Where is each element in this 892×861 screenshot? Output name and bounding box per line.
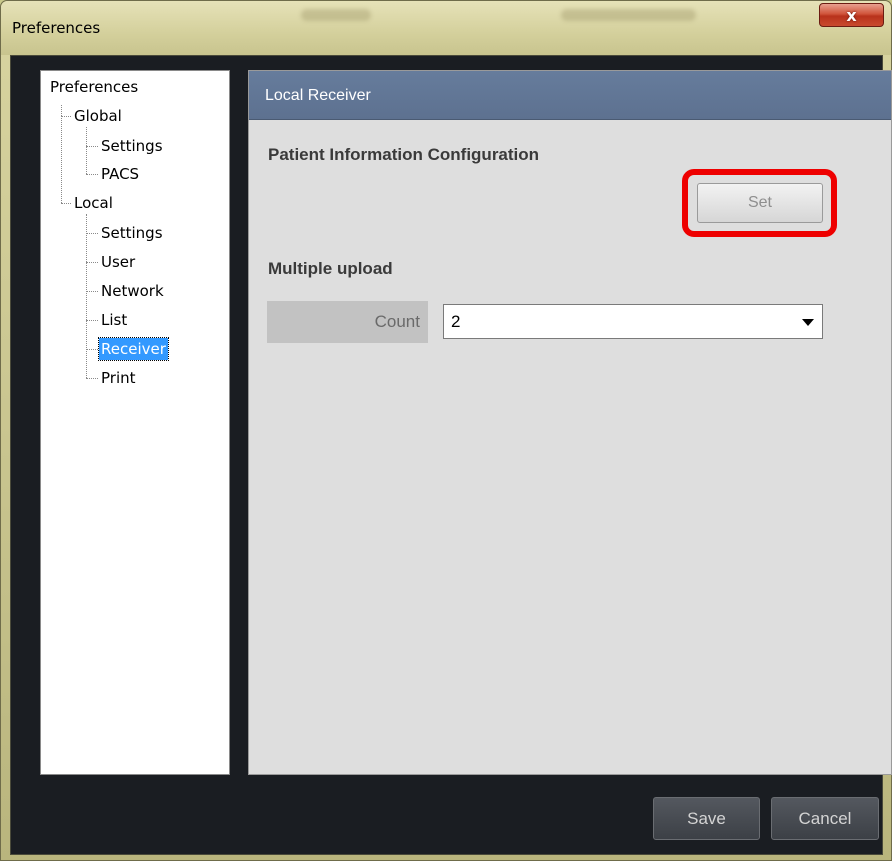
count-label: Count xyxy=(267,301,428,343)
multiple-upload-section-title: Multiple upload xyxy=(268,259,393,278)
tree-connector xyxy=(86,233,98,234)
tree-item-global[interactable]: Global xyxy=(72,105,124,127)
blurred-title-region xyxy=(301,9,371,21)
preferences-window: Preferences x Preferences Global Setting… xyxy=(0,0,892,861)
tree-connector xyxy=(86,174,98,175)
cancel-button[interactable]: Cancel xyxy=(771,797,879,840)
count-dropdown[interactable]: 2 xyxy=(443,304,823,339)
tree-connector xyxy=(86,127,87,174)
tree-item-local-user[interactable]: User xyxy=(99,251,137,273)
tree-item-global-pacs[interactable]: PACS xyxy=(99,163,141,185)
tree-connector xyxy=(61,105,62,116)
set-button[interactable]: Set xyxy=(697,183,823,223)
window-title: Preferences xyxy=(12,19,101,37)
tree-item-global-settings[interactable]: Settings xyxy=(99,135,165,157)
tree-connector xyxy=(86,262,98,263)
tree-connector xyxy=(86,320,98,321)
close-button[interactable]: x xyxy=(819,3,884,27)
tree-connector xyxy=(86,146,98,147)
dialog-client-area: Preferences Global Settings PACS Local S… xyxy=(10,55,892,855)
tree-connector xyxy=(86,214,87,378)
tree-connector xyxy=(61,116,71,117)
blurred-title-region xyxy=(561,9,696,21)
tree-item-preferences[interactable]: Preferences xyxy=(48,76,140,98)
tree-item-local-network[interactable]: Network xyxy=(99,280,166,302)
settings-panel: Local Receiver Patient Information Confi… xyxy=(248,70,892,775)
panel-header: Local Receiver xyxy=(249,71,891,120)
close-icon: x xyxy=(846,5,857,25)
tree-item-local-receiver[interactable]: Receiver xyxy=(98,337,169,361)
tree-connector xyxy=(61,203,71,204)
save-button[interactable]: Save xyxy=(653,797,760,840)
tree-item-local-settings[interactable]: Settings xyxy=(99,222,165,244)
tree-item-local-list[interactable]: List xyxy=(99,309,129,331)
tree-item-local[interactable]: Local xyxy=(72,192,115,214)
title-bar[interactable]: Preferences x xyxy=(1,1,891,55)
preferences-tree[interactable]: Preferences Global Settings PACS Local S… xyxy=(40,70,230,775)
tree-connector xyxy=(86,349,98,350)
tree-connector xyxy=(86,291,98,292)
tree-connector xyxy=(86,378,98,379)
tree-connector xyxy=(61,116,62,203)
patient-information-section-title: Patient Information Configuration xyxy=(268,145,540,164)
tree-item-local-print[interactable]: Print xyxy=(99,367,138,389)
chevron-down-icon[interactable] xyxy=(802,319,814,326)
count-value: 2 xyxy=(451,312,461,331)
